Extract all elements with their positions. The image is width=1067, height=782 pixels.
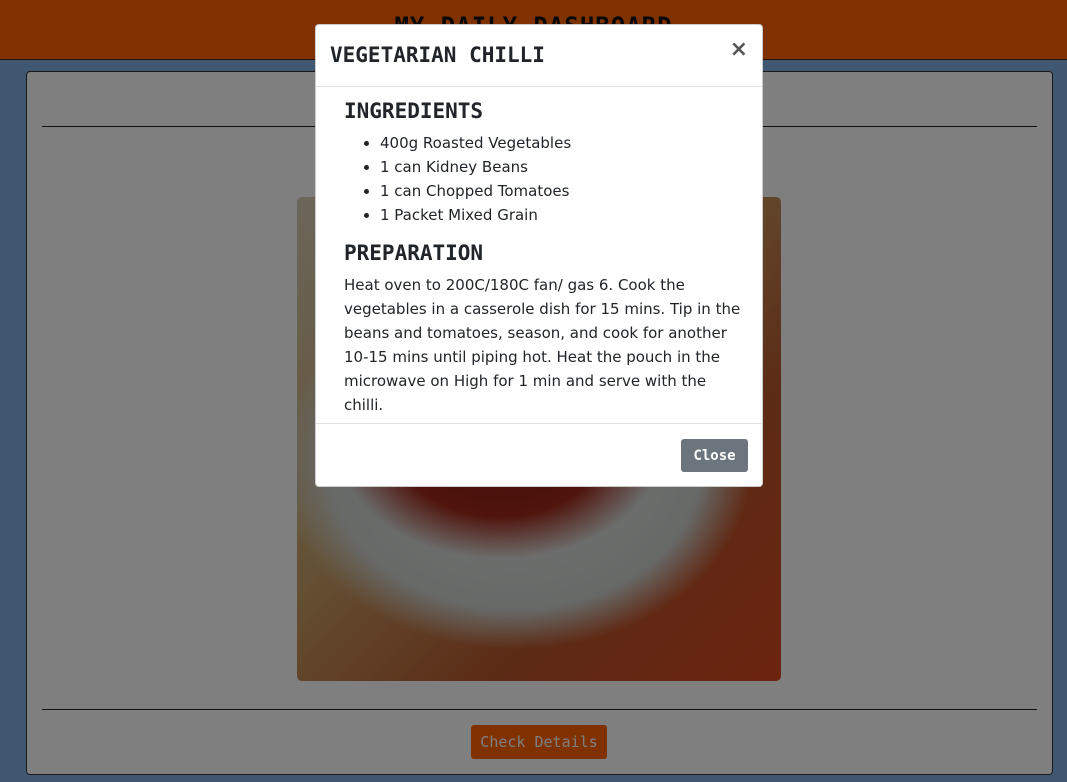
modal-title: VEGETARIAN CHILLI: [330, 43, 545, 67]
close-button[interactable]: Close: [681, 439, 748, 472]
ingredients-list: 400g Roasted Vegetables 1 can Kidney Bea…: [344, 131, 744, 227]
list-item: 1 Packet Mixed Grain: [380, 203, 744, 227]
modal-footer: Close: [316, 423, 762, 486]
list-item: 1 can Chopped Tomatoes: [380, 179, 744, 203]
modal-body: INGREDIENTS 400g Roasted Vegetables 1 ca…: [344, 99, 744, 417]
list-item: 400g Roasted Vegetables: [380, 131, 744, 155]
close-icon[interactable]: ×: [730, 39, 748, 61]
modal-header: VEGETARIAN CHILLI ×: [316, 25, 762, 87]
preparation-text: Heat oven to 200C/180C fan/ gas 6. Cook …: [344, 276, 741, 414]
list-item: 1 can Kidney Beans: [380, 155, 744, 179]
recipe-modal: VEGETARIAN CHILLI × INGREDIENTS 400g Roa…: [315, 24, 763, 487]
preparation-heading: PREPARATION: [344, 241, 484, 265]
ingredients-heading: INGREDIENTS: [344, 99, 484, 123]
